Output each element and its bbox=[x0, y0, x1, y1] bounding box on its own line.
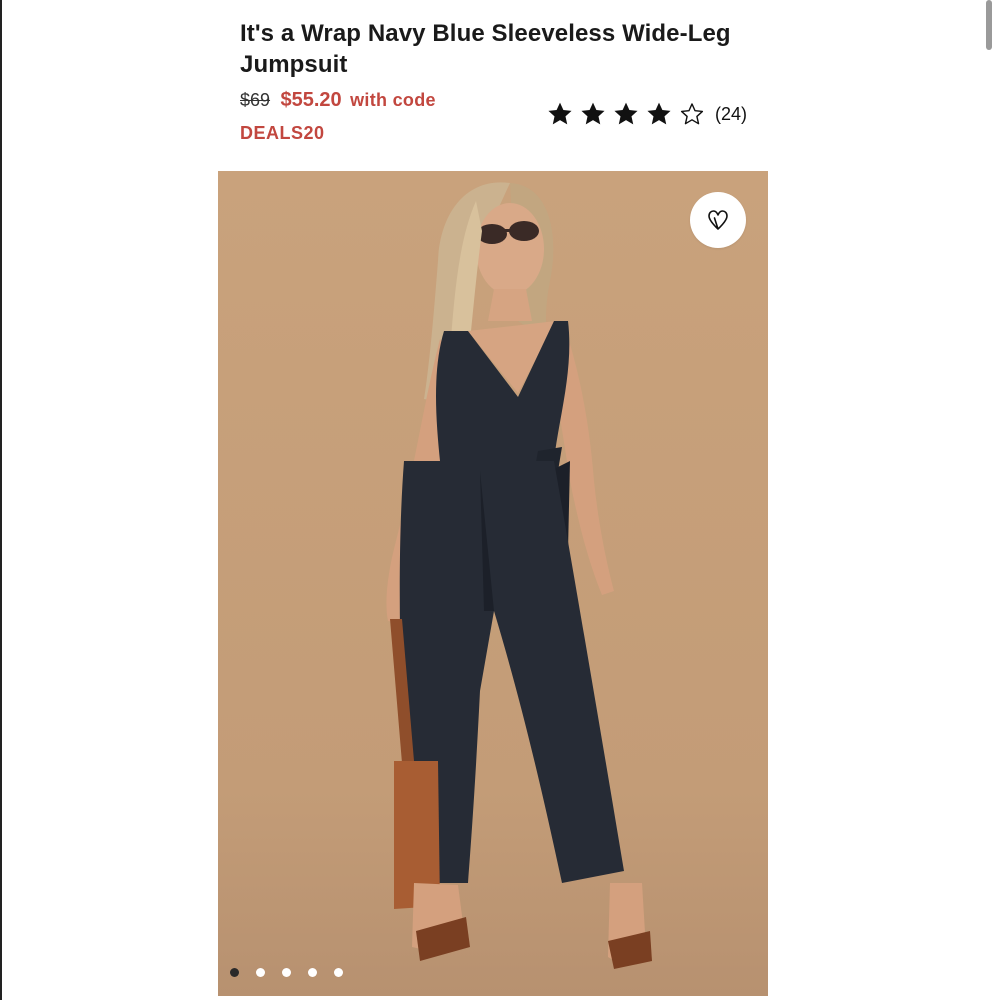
star-rating[interactable]: (24) bbox=[546, 99, 747, 129]
star-filled-icon bbox=[579, 100, 607, 128]
carousel-dot-1[interactable] bbox=[230, 968, 239, 977]
carousel-dot-3[interactable] bbox=[282, 968, 291, 977]
carousel-dot-5[interactable] bbox=[334, 968, 343, 977]
image-carousel-dots bbox=[230, 968, 360, 977]
carousel-dot-2[interactable] bbox=[256, 968, 265, 977]
price-row: $69 $55.20 with code bbox=[240, 89, 436, 112]
star-filled-icon bbox=[546, 100, 574, 128]
product-title: It's a Wrap Navy Blue Sleeveless Wide-Le… bbox=[240, 20, 731, 78]
star-filled-icon bbox=[645, 100, 673, 128]
star-filled-icon bbox=[612, 100, 640, 128]
wishlist-button[interactable] bbox=[690, 192, 746, 248]
sale-price: $55.20 bbox=[280, 89, 342, 111]
left-border bbox=[0, 0, 2, 1000]
carousel-dot-4[interactable] bbox=[308, 968, 317, 977]
promo-code-prefix: with code bbox=[350, 90, 436, 110]
product-photo[interactable] bbox=[218, 171, 768, 996]
star-outline-icon bbox=[678, 100, 706, 128]
original-price: $69 bbox=[240, 90, 271, 110]
promo-code: DEALS20 bbox=[240, 123, 325, 143]
heart-icon bbox=[705, 207, 731, 233]
scrollbar-thumb[interactable] bbox=[986, 0, 992, 50]
model-illustration bbox=[218, 171, 768, 996]
review-count[interactable]: (24) bbox=[715, 104, 747, 125]
